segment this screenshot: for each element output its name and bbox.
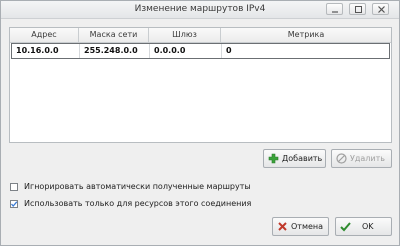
cancel-x-icon: [278, 222, 287, 231]
dialog-window: Изменение маршрутов IPv4 Адрес Маска сет…: [0, 0, 400, 246]
ignore-auto-routes-checkbox[interactable]: [10, 183, 18, 191]
title-bar[interactable]: Изменение маршрутов IPv4: [1, 1, 399, 19]
column-header-metric[interactable]: Метрика: [221, 28, 391, 42]
close-icon: [378, 6, 385, 13]
maximize-button[interactable]: [349, 3, 366, 15]
close-button[interactable]: [372, 3, 389, 15]
plus-icon: [268, 153, 279, 164]
ok-check-icon: [340, 222, 351, 232]
no-entry-icon: [336, 153, 347, 164]
ok-button-label: OK: [362, 222, 374, 231]
table-row[interactable]: 10.16.0.0 255.248.0.0 0.0.0.0 0: [11, 43, 390, 59]
add-button[interactable]: Добавить: [263, 149, 326, 168]
minimize-button[interactable]: [326, 3, 343, 15]
add-button-label: Добавить: [282, 154, 323, 163]
column-header-netmask[interactable]: Маска сети: [79, 28, 149, 42]
checkmark-icon: [11, 201, 18, 208]
delete-button-label: Удалить: [350, 154, 385, 163]
cell-metric[interactable]: 0: [222, 44, 389, 58]
cancel-button-label: Отмена: [291, 222, 324, 231]
table-header: Адрес Маска сети Шлюз Метрика: [10, 28, 391, 43]
delete-button[interactable]: Удалить: [331, 149, 392, 168]
maximize-icon: [355, 6, 362, 13]
routes-table[interactable]: Адрес Маска сети Шлюз Метрика 10.16.0.0 …: [9, 27, 392, 143]
only-this-connection-checkbox[interactable]: [10, 200, 18, 208]
ok-button[interactable]: OK: [335, 217, 392, 236]
cell-address[interactable]: 10.16.0.0: [12, 44, 80, 58]
column-header-gateway[interactable]: Шлюз: [149, 28, 221, 42]
only-this-connection-label[interactable]: Использовать только для ресурсов этого с…: [24, 199, 251, 208]
cancel-button[interactable]: Отмена: [272, 217, 329, 236]
cell-netmask[interactable]: 255.248.0.0: [80, 44, 150, 58]
ignore-auto-routes-label[interactable]: Игнорировать автоматически полученные ма…: [24, 182, 251, 191]
minimize-icon: [332, 11, 338, 13]
column-header-address[interactable]: Адрес: [10, 28, 79, 42]
cell-gateway[interactable]: 0.0.0.0: [150, 44, 222, 58]
